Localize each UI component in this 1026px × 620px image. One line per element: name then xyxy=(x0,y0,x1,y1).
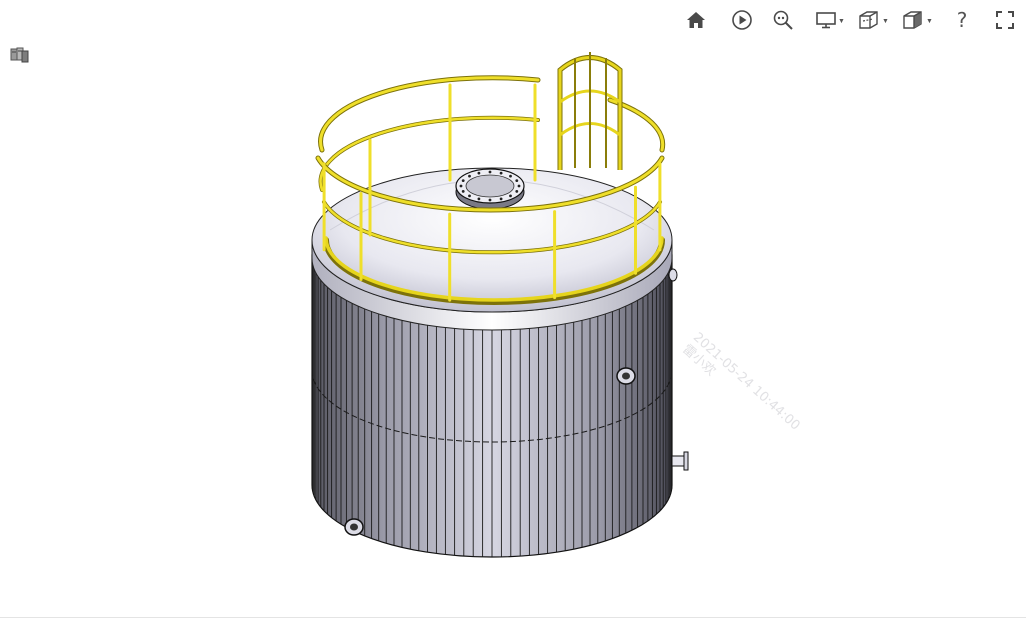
chevron-down-icon: ▼ xyxy=(926,17,933,25)
chevron-down-icon: ▼ xyxy=(882,17,889,25)
flange-bolt xyxy=(477,171,481,175)
flange-bolt xyxy=(499,171,503,175)
play-icon[interactable] xyxy=(724,6,760,34)
top-side-nozzle xyxy=(668,268,678,282)
flange-bolt xyxy=(499,197,503,201)
tank-model[interactable] xyxy=(290,40,710,570)
view-orientation-icon[interactable]: ▼ xyxy=(898,6,936,34)
ladder-cage xyxy=(557,52,623,170)
side-nozzle xyxy=(616,367,636,385)
outlet-nozzle xyxy=(671,451,689,471)
3d-viewer[interactable]: ▼ ▼ ▼ ? 2021-05-24 10:44:00 雷小欢 xyxy=(0,0,1026,620)
flange-bolt xyxy=(468,194,471,198)
viewer-toolbar: ▼ ▼ ▼ ? xyxy=(680,6,1020,34)
flange-bolt xyxy=(515,179,519,183)
model-tree-icon[interactable] xyxy=(9,45,31,65)
flange-bolt xyxy=(515,190,519,193)
help-icon[interactable]: ? xyxy=(944,6,980,34)
manway-flange xyxy=(455,168,525,210)
divider xyxy=(0,617,1026,618)
home-icon[interactable] xyxy=(680,6,712,34)
zoom-icon[interactable] xyxy=(768,6,798,34)
flange-bolt xyxy=(517,184,521,188)
display-icon[interactable]: ▼ xyxy=(810,6,850,34)
flange-bolt xyxy=(509,194,512,198)
flange-bolt xyxy=(477,197,481,201)
chevron-down-icon: ▼ xyxy=(838,17,845,25)
flange-bolt xyxy=(468,174,471,178)
flange-bolt xyxy=(488,170,492,174)
flange-bolt xyxy=(509,174,512,178)
help-label: ? xyxy=(956,8,968,32)
flange-bolt xyxy=(461,190,465,193)
fullscreen-icon[interactable] xyxy=(990,6,1020,34)
flange-bolt xyxy=(461,179,465,183)
flange-bolt xyxy=(459,184,463,188)
flange-bolt xyxy=(488,198,492,202)
bottom-nozzle xyxy=(344,518,364,536)
section-view-icon[interactable]: ▼ xyxy=(854,6,892,34)
